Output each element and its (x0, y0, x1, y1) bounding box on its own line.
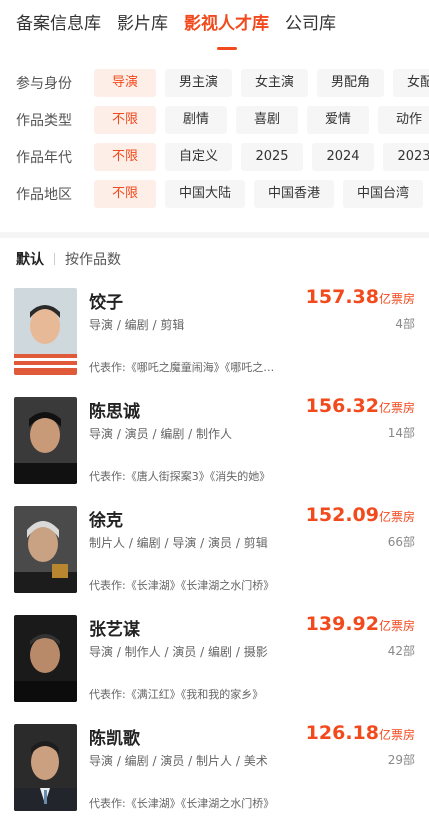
portrait-photo[interactable] (14, 724, 77, 811)
filter-chip[interactable]: 不限 (94, 105, 156, 134)
portrait-photo[interactable] (14, 615, 77, 702)
filter-chip[interactable]: 女主演 (241, 68, 309, 97)
filter-chip[interactable]: 男配角 (317, 68, 385, 97)
list-item[interactable]: 张艺谋 导演 / 制作人 / 演员 / 编剧 / 摄影 代表作:《满江红》《我和… (0, 609, 429, 718)
list-item[interactable]: 陈凯歌 导演 / 编剧 / 演员 / 制片人 / 美术 代表作:《长津湖》《长津… (0, 718, 429, 817)
list-item[interactable]: 饺子 导演 / 编剧 / 剪辑 代表作:《哪吒之魔童闹海》《哪吒之魔童降世》 1… (0, 282, 429, 391)
person-name: 陈思诚 (89, 402, 140, 422)
top-tab-bar: 备案信息库 影片库 影视人才库 公司库 (0, 0, 429, 56)
box-office: 156.32亿票房 (306, 395, 415, 417)
filter-chip[interactable]: 女配角 (393, 68, 429, 97)
filter-chip[interactable]: 爱情 (307, 105, 369, 134)
box-office-unit: 亿票房 (378, 728, 415, 742)
representative-works: 代表作:《长津湖》《长津湖之水门桥》 (89, 579, 275, 592)
sort-bar: 默认 按作品数 (16, 248, 121, 270)
box-office-value: 139.92 (305, 613, 379, 635)
box-office: 126.18亿票房 (306, 722, 415, 744)
box-office-unit: 亿票房 (378, 510, 415, 524)
filter-chip[interactable]: 2024 (312, 142, 375, 171)
tab-talent-database[interactable]: 影视人才库 (176, 0, 277, 56)
filter-label: 作品类型 (16, 112, 72, 129)
filter-label: 参与身份 (16, 75, 72, 92)
person-roles: 导演 / 制作人 / 演员 / 编剧 / 摄影 (89, 645, 268, 659)
box-office-unit: 亿票房 (378, 401, 415, 415)
portrait-photo[interactable] (14, 288, 77, 375)
portrait-photo[interactable] (14, 506, 77, 593)
filter-row-genre: 作品类型 不限 剧情 喜剧 爱情 动作 (0, 101, 429, 138)
work-count: 4部 (395, 317, 415, 331)
tab-filing-database[interactable]: 备案信息库 (0, 0, 109, 56)
work-count: 42部 (387, 644, 415, 658)
filter-chip[interactable]: 中国香港 (254, 179, 335, 208)
box-office-unit: 亿票房 (378, 619, 415, 633)
filter-chip[interactable]: 中国大陆 (165, 179, 246, 208)
person-roles: 导演 / 演员 / 编剧 / 制作人 (89, 427, 233, 441)
box-office-value: 157.38 (305, 286, 379, 308)
filter-chip[interactable]: 不限 (94, 179, 156, 208)
filter-row-role: 参与身份 导演 男主演 女主演 男配角 女配角 (0, 64, 429, 101)
representative-works: 代表作:《满江红》《我和我的家乡》 (89, 688, 264, 701)
box-office-unit: 亿票房 (378, 292, 415, 306)
box-office-value: 152.09 (305, 504, 379, 526)
filter-chip[interactable]: 中国台湾 (343, 179, 424, 208)
filter-chip[interactable]: 剧情 (165, 105, 227, 134)
portrait-photo[interactable] (14, 397, 77, 484)
person-roles: 制片人 / 编剧 / 导演 / 演员 / 剪辑 (89, 536, 268, 550)
filter-chip[interactable]: 导演 (94, 68, 156, 97)
person-name: 陈凯歌 (89, 729, 140, 749)
box-office-value: 126.18 (305, 722, 379, 744)
person-roles: 导演 / 编剧 / 演员 / 制片人 / 美术 (89, 754, 268, 768)
filter-row-region: 作品地区 不限 中国大陆 中国香港 中国台湾 美国 (0, 175, 429, 212)
sort-separator (54, 253, 55, 265)
person-name: 饺子 (89, 293, 123, 313)
box-office: 139.92亿票房 (306, 613, 415, 635)
person-name: 徐克 (89, 511, 123, 531)
tab-film-database[interactable]: 影片库 (109, 0, 176, 56)
filter-chip[interactable]: 2023 (383, 142, 429, 171)
representative-works: 代表作:《哪吒之魔童闹海》《哪吒之魔童降世》 (89, 361, 284, 374)
filter-panel: 参与身份 导演 男主演 女主演 男配角 女配角 作品类型 不限 剧情 喜剧 爱情… (0, 64, 429, 212)
representative-works: 代表作:《唐人街探案3》《消失的她》 (89, 470, 271, 483)
filter-label: 作品地区 (16, 186, 72, 203)
sort-default-option[interactable]: 默认 (16, 249, 44, 269)
filter-label: 作品年代 (16, 149, 72, 166)
filter-chip[interactable]: 2025 (241, 142, 304, 171)
list-item[interactable]: 陈思诚 导演 / 演员 / 编剧 / 制作人 代表作:《唐人街探案3》《消失的她… (0, 391, 429, 500)
box-office-value: 156.32 (305, 395, 379, 417)
list-item[interactable]: 徐克 制片人 / 编剧 / 导演 / 演员 / 剪辑 代表作:《长津湖》《长津湖… (0, 500, 429, 609)
filter-chip[interactable]: 男主演 (165, 68, 233, 97)
filter-row-era: 作品年代 不限 自定义 2025 2024 2023 (0, 138, 429, 175)
filter-chip[interactable]: 自定义 (165, 142, 233, 171)
sort-by-count-option[interactable]: 按作品数 (65, 249, 121, 269)
person-roles: 导演 / 编剧 / 剪辑 (89, 318, 185, 332)
tab-company-database[interactable]: 公司库 (277, 0, 344, 56)
work-count: 29部 (387, 753, 415, 767)
section-divider (0, 232, 429, 238)
box-office: 152.09亿票房 (306, 504, 415, 526)
work-count: 14部 (387, 426, 415, 440)
work-count: 66部 (387, 535, 415, 549)
filter-chip[interactable]: 动作 (378, 105, 429, 134)
filter-chip[interactable]: 不限 (94, 142, 156, 171)
person-name: 张艺谋 (89, 620, 140, 640)
talent-list: 饺子 导演 / 编剧 / 剪辑 代表作:《哪吒之魔童闹海》《哪吒之魔童降世》 1… (0, 282, 429, 817)
representative-works: 代表作:《长津湖》《长津湖之水门桥》 (89, 797, 275, 810)
filter-chip[interactable]: 喜剧 (236, 105, 298, 134)
box-office: 157.38亿票房 (306, 286, 415, 308)
